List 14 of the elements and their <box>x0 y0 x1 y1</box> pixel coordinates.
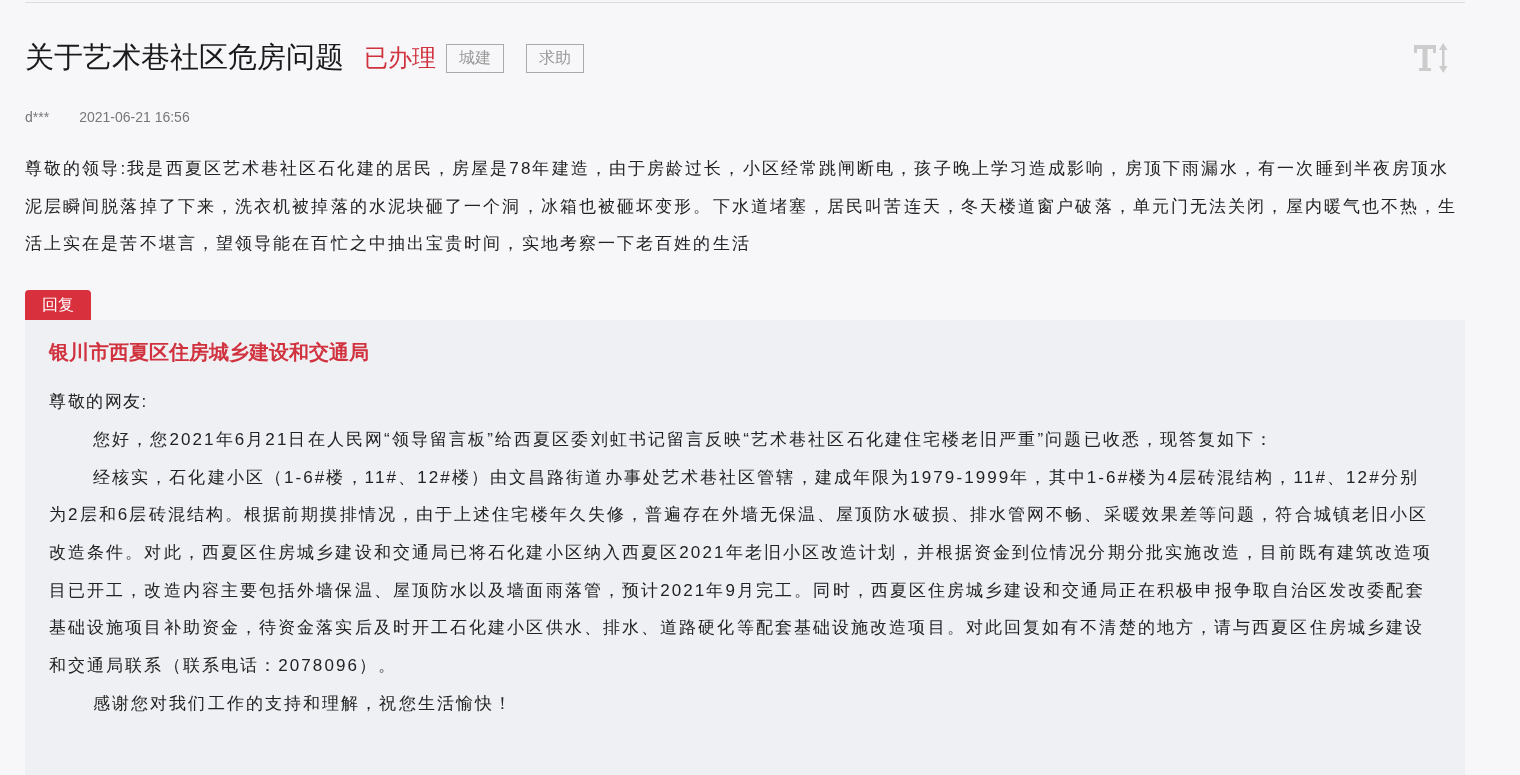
reply-paragraph: 经核实，石化建小区（1-6#楼，11#、12#楼）由文昌路街道办事处艺术巷社区管辖，建成年限为1979-1999年，其中1-6#楼为4层砖混结构，11#、12#分别为2层和6层砖混结构。根据前期摸排情况，由于上述住宅楼年久失修，普遍存在外墙无保温、屋顶防水破损、排水管网不畅、采暖效果差等问题，符合城镇老旧小区改造条件。对此，西夏区住房城乡建设和交通局已将石化建小区纳入西夏区2021年老旧小区改造计划，并根据资金到位情况分期分批实施改造，目前既有建筑改造项目已开工，改造内容主要包括外墙保温、屋顶防水以及墙面雨落管，预计2021年9月完工。同时，西夏区住房城乡建设和交通局正在积极申报争取自治区发改委配套基础设施项目补助资金，待资金落实后及时开工石化建小区供水、排水、道路硬化等配套基础设施改造项目。对此回复如有不清楚的地方，请与西夏区住房城乡建设和交通局联系（联系电话：2078096）。 <box>49 466 1434 678</box>
category-tag: 求助 <box>526 43 584 73</box>
status-label: 已办理 <box>364 43 436 73</box>
post-content: 尊敬的领导:我是西夏区艺术巷社区石化建的居民，房屋是78年建造，由于房龄过长，小区经常跳闸断电，孩子晚上学习造成影响，房顶下雨漏水，有一次睡到半夜房顶水泥层瞬间脱落掉了下来，洗衣机被掉落的水泥块砸了一个洞，冰箱也被砸坏变形。下水道堵塞，居民叫苦连天，冬天楼道窗户破落，单元门无法关闭，屋内暖气也不热，生活上实在是苦不堪言，望领导能在百忙之中抽出宝贵时间，实地考察一下老百姓的生活 <box>25 158 1459 256</box>
reply-greeting: 尊敬的网友: <box>49 391 149 414</box>
category-tag: 城建 <box>446 43 504 73</box>
reply-label: 回复 <box>25 290 91 321</box>
reply-paragraph: 感谢您对我们工作的支持和理解，祝您生活愉快！ <box>92 692 515 715</box>
post-time: 2021-06-21 16:56 <box>79 108 190 127</box>
reply-department: 银川市西夏区住房城乡建设和交通局 <box>49 340 370 366</box>
author-name: d*** <box>25 108 50 127</box>
reply-paragraph: 您好，您2021年6月21日在人民网“领导留言板”给西夏区委刘虹书记留言反映“艺术巷社区石化建住宅楼老旧严重”问题已收悉，现答复如下： <box>92 428 1276 451</box>
post-title: 关于艺术巷社区危房问题 <box>25 40 344 75</box>
text-size-icon[interactable] <box>1412 43 1450 73</box>
